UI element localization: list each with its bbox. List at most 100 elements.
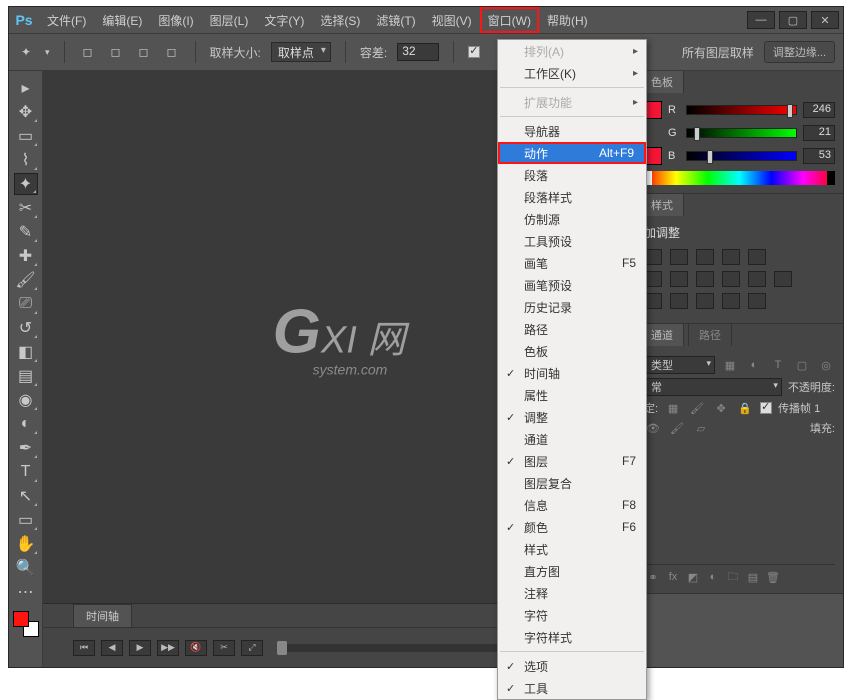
menu-actions[interactable]: 动作 Alt+F9	[498, 142, 646, 164]
menu-paragraph[interactable]: 段落	[498, 164, 646, 186]
menu-adjustments[interactable]: ✓调整	[498, 406, 646, 428]
timeline-tab[interactable]: 时间轴	[73, 604, 132, 627]
menu-help[interactable]: 帮助(H)	[539, 7, 596, 33]
menu-channels[interactable]: 通道	[498, 428, 646, 450]
levels-icon[interactable]	[670, 249, 688, 265]
exposure-icon[interactable]	[722, 249, 740, 265]
filter-shape-icon[interactable]: ▢	[793, 357, 811, 373]
brush-small-icon[interactable]: 🖌	[668, 420, 686, 436]
menu-edit[interactable]: 编辑(E)	[94, 7, 150, 33]
filter-pixel-icon[interactable]: ▦	[721, 357, 739, 373]
menu-styles[interactable]: 样式	[498, 538, 646, 560]
antialias-checkbox[interactable]	[468, 46, 480, 58]
lock-pos-icon[interactable]: ✥	[712, 400, 730, 416]
color-swatches[interactable]	[13, 611, 39, 637]
menu-character[interactable]: 字符	[498, 604, 646, 626]
selection-sub-icon[interactable]: ◻	[135, 43, 153, 61]
mask-add-icon[interactable]: ◩	[684, 569, 702, 585]
selective-icon[interactable]	[748, 293, 766, 309]
mask-icon[interactable]: ▱	[692, 420, 710, 436]
minimize-button[interactable]: —	[747, 11, 775, 29]
timeline-next-button[interactable]: ▶▶	[157, 640, 179, 656]
edit-toolbar-icon[interactable]: ⋯	[14, 581, 38, 603]
menu-tool-presets[interactable]: 工具预设	[498, 230, 646, 252]
menu-navigator[interactable]: 导航器	[498, 120, 646, 142]
stamp-tool[interactable]: ⎚	[14, 293, 38, 315]
posterize-icon[interactable]	[670, 293, 688, 309]
menu-paths[interactable]: 路径	[498, 318, 646, 340]
menu-swatches[interactable]: 色板	[498, 340, 646, 362]
spectrum-ramp[interactable]	[644, 171, 835, 185]
selection-add-icon[interactable]: ◻	[107, 43, 125, 61]
menu-arrange[interactable]: 排列(A)	[498, 40, 646, 62]
filter-adjust-icon[interactable]: ◐	[745, 357, 763, 373]
menu-view[interactable]: 视图(V)	[424, 7, 480, 33]
path-tool[interactable]: ↖	[14, 485, 38, 507]
menu-layer-comps[interactable]: 图层复合	[498, 472, 646, 494]
zoom-tool[interactable]: 🔍	[14, 557, 38, 579]
menu-brush-presets[interactable]: 画笔预设	[498, 274, 646, 296]
menu-clone-source[interactable]: 仿制源	[498, 208, 646, 230]
layer-filter-select[interactable]: 类型	[644, 356, 715, 374]
r-slider[interactable]	[686, 105, 797, 115]
b-value[interactable]: 53	[803, 148, 835, 164]
paths-tab[interactable]: 路径	[688, 323, 732, 346]
lock-trans-icon[interactable]: ▦	[664, 400, 682, 416]
menu-notes[interactable]: 注释	[498, 582, 646, 604]
menu-workspace[interactable]: 工作区(K)	[498, 62, 646, 84]
magic-wand-tool[interactable]: ✦	[14, 173, 38, 195]
trash-icon[interactable]: 🗑	[764, 569, 782, 585]
menu-extensions[interactable]: 扩展功能	[498, 91, 646, 113]
menu-timeline[interactable]: ✓时间轴	[498, 362, 646, 384]
menu-select[interactable]: 选择(S)	[312, 7, 368, 33]
sample-size-select[interactable]: 取样点	[271, 42, 331, 62]
hand-tool[interactable]: ✋	[14, 533, 38, 555]
selection-intersect-icon[interactable]: ◻	[163, 43, 181, 61]
menu-brush[interactable]: 画笔 F5	[498, 252, 646, 274]
photo-filter-icon[interactable]	[722, 271, 740, 287]
new-layer-icon[interactable]: ▤	[744, 569, 762, 585]
menu-character-styles[interactable]: 字符样式	[498, 626, 646, 648]
menu-layers[interactable]: ✓ 图层 F7	[498, 450, 646, 472]
pen-tool[interactable]: ✒	[14, 437, 38, 459]
timeline-play-button[interactable]: ▶	[129, 640, 151, 656]
menu-window[interactable]: 窗口(W)	[480, 7, 539, 33]
mixer-icon[interactable]	[748, 271, 766, 287]
menu-histogram[interactable]: 直方图	[498, 560, 646, 582]
close-button[interactable]: ✕	[811, 11, 839, 29]
brush-tool[interactable]: 🖌	[14, 269, 38, 291]
shape-tool[interactable]: ▭	[14, 509, 38, 531]
vibrance-icon[interactable]	[748, 249, 766, 265]
blend-mode-select[interactable]: 常	[644, 378, 782, 396]
gradient-tool[interactable]: ▤	[14, 365, 38, 387]
expand-icon[interactable]: ▸	[14, 77, 38, 99]
menu-layer[interactable]: 图层(L)	[202, 7, 257, 33]
marquee-tool[interactable]: ▭	[14, 125, 38, 147]
lock-all-icon[interactable]: 🔒	[736, 400, 754, 416]
menu-color[interactable]: ✓ 颜色 F6	[498, 516, 646, 538]
b-slider[interactable]	[686, 151, 797, 161]
blur-tool[interactable]: ◉	[14, 389, 38, 411]
timeline-mute-button[interactable]: 🔇	[185, 640, 207, 656]
filter-smart-icon[interactable]: ◎	[817, 357, 835, 373]
history-brush-tool[interactable]: ↺	[14, 317, 38, 339]
g-value[interactable]: 21	[803, 125, 835, 141]
propagate-checkbox[interactable]	[760, 402, 772, 414]
type-tool[interactable]: T	[14, 461, 38, 483]
crop-tool[interactable]: ✂	[14, 197, 38, 219]
foreground-color-swatch[interactable]	[13, 611, 29, 627]
timeline-transition-button[interactable]: ⤢	[241, 640, 263, 656]
curves-icon[interactable]	[696, 249, 714, 265]
r-value[interactable]: 246	[803, 102, 835, 118]
menu-info[interactable]: 信息 F8	[498, 494, 646, 516]
adjust-add-icon[interactable]: ◐	[704, 569, 722, 585]
eraser-tool[interactable]: ◧	[14, 341, 38, 363]
gradient-map-icon[interactable]	[722, 293, 740, 309]
move-tool[interactable]: ✥	[14, 101, 38, 123]
dodge-tool[interactable]: ◐	[14, 413, 38, 435]
threshold-icon[interactable]	[696, 293, 714, 309]
lookup-icon[interactable]	[774, 271, 792, 287]
fx-icon[interactable]: fx	[664, 569, 682, 585]
bw-icon[interactable]	[696, 271, 714, 287]
menu-history[interactable]: 历史记录	[498, 296, 646, 318]
